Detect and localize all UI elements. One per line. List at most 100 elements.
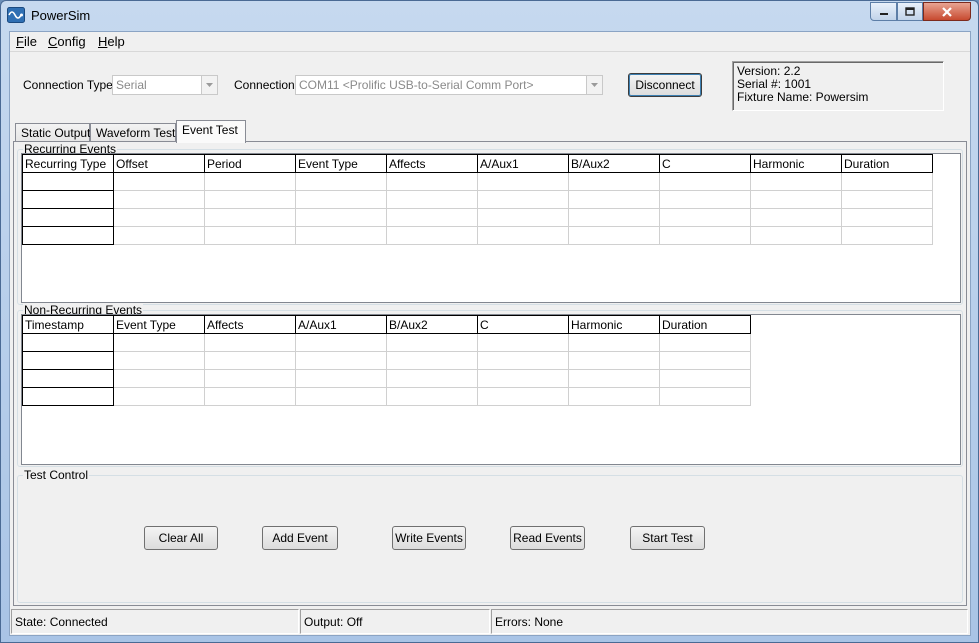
table-cell[interactable] — [22, 226, 114, 245]
table-cell[interactable] — [386, 190, 478, 209]
tab-static-output[interactable]: Static Output — [15, 123, 90, 142]
table-cell[interactable] — [386, 387, 478, 406]
title-bar[interactable]: PowerSim — [1, 1, 978, 31]
table-cell[interactable] — [477, 351, 569, 370]
write-events-button[interactable]: Write Events — [392, 526, 466, 550]
table-cell[interactable] — [750, 172, 842, 191]
tab-waveform-test[interactable]: Waveform Test — [90, 123, 176, 142]
table-cell[interactable] — [750, 226, 842, 245]
table-cell[interactable] — [22, 190, 114, 209]
table-cell[interactable] — [204, 190, 296, 209]
table-cell[interactable] — [113, 226, 205, 245]
table-cell[interactable] — [750, 208, 842, 227]
table-cell[interactable] — [386, 369, 478, 388]
table-cell[interactable] — [659, 387, 751, 406]
table-cell[interactable] — [568, 226, 660, 245]
table-cell[interactable] — [841, 190, 933, 209]
clear-all-button[interactable]: Clear All — [144, 526, 218, 550]
table-cell[interactable] — [841, 226, 933, 245]
nonrecurring-column-header[interactable]: Duration — [659, 315, 751, 334]
table-cell[interactable] — [113, 387, 205, 406]
table-cell[interactable] — [477, 172, 569, 191]
add-event-button[interactable]: Add Event — [262, 526, 338, 550]
table-cell[interactable] — [477, 190, 569, 209]
recurring-column-header[interactable]: Period — [204, 154, 296, 173]
table-cell[interactable] — [477, 226, 569, 245]
table-cell[interactable] — [113, 208, 205, 227]
table-cell[interactable] — [113, 190, 205, 209]
table-cell[interactable] — [204, 351, 296, 370]
table-cell[interactable] — [204, 226, 296, 245]
nonrecurring-column-header[interactable]: Harmonic — [568, 315, 660, 334]
table-cell[interactable] — [204, 208, 296, 227]
menu-config[interactable]: Config — [48, 34, 86, 49]
connection-dropdown-arrow[interactable] — [586, 76, 602, 94]
table-row[interactable] — [22, 226, 933, 245]
table-row[interactable] — [22, 190, 933, 209]
table-cell[interactable] — [113, 351, 205, 370]
table-cell[interactable] — [295, 226, 387, 245]
table-cell[interactable] — [295, 172, 387, 191]
menu-help[interactable]: Help — [98, 34, 125, 49]
table-cell[interactable] — [295, 387, 387, 406]
table-cell[interactable] — [295, 351, 387, 370]
table-cell[interactable] — [386, 351, 478, 370]
table-row[interactable] — [22, 333, 751, 352]
table-cell[interactable] — [477, 208, 569, 227]
table-cell[interactable] — [295, 190, 387, 209]
table-cell[interactable] — [568, 351, 660, 370]
recurring-column-header[interactable]: A/Aux1 — [477, 154, 569, 173]
table-cell[interactable] — [659, 172, 751, 191]
nonrecurring-column-header[interactable]: C — [477, 315, 569, 334]
table-cell[interactable] — [841, 172, 933, 191]
disconnect-button[interactable]: Disconnect — [628, 73, 702, 97]
read-events-button[interactable]: Read Events — [510, 526, 585, 550]
table-cell[interactable] — [295, 369, 387, 388]
table-row[interactable] — [22, 351, 751, 370]
recurring-column-header[interactable]: Recurring Type — [22, 154, 114, 173]
table-row[interactable] — [22, 208, 933, 227]
nonrecurring-column-header[interactable]: A/Aux1 — [295, 315, 387, 334]
table-cell[interactable] — [386, 226, 478, 245]
nonrecurring-column-header[interactable]: B/Aux2 — [386, 315, 478, 334]
recurring-column-header[interactable]: Harmonic — [750, 154, 842, 173]
table-cell[interactable] — [386, 172, 478, 191]
table-cell[interactable] — [568, 333, 660, 352]
nonrecurring-column-header[interactable]: Affects — [204, 315, 296, 334]
maximize-button[interactable] — [897, 2, 923, 21]
table-row[interactable] — [22, 369, 751, 388]
table-cell[interactable] — [659, 190, 751, 209]
table-cell[interactable] — [477, 333, 569, 352]
table-cell[interactable] — [568, 172, 660, 191]
recurring-column-header[interactable]: Affects — [386, 154, 478, 173]
connection-type-select[interactable]: Serial — [112, 75, 218, 95]
close-button[interactable] — [923, 2, 971, 21]
table-cell[interactable] — [204, 172, 296, 191]
connection-type-dropdown-arrow[interactable] — [201, 76, 217, 94]
table-cell[interactable] — [22, 333, 114, 352]
nonrecurring-column-header[interactable]: Timestamp — [22, 315, 114, 334]
recurring-column-header[interactable]: Offset — [113, 154, 205, 173]
table-cell[interactable] — [568, 387, 660, 406]
recurring-column-header[interactable]: B/Aux2 — [568, 154, 660, 173]
table-cell[interactable] — [113, 172, 205, 191]
table-cell[interactable] — [568, 190, 660, 209]
table-row[interactable] — [22, 387, 751, 406]
connection-select[interactable]: COM11 <Prolific USB-to-Serial Comm Port> — [295, 75, 603, 95]
start-test-button[interactable]: Start Test — [630, 526, 705, 550]
nonrecurring-events-grid[interactable]: Timestamp Event Type Affects A/Aux1 B/Aux2 C H… — [21, 314, 961, 465]
table-cell[interactable] — [204, 333, 296, 352]
table-cell[interactable] — [22, 351, 114, 370]
table-cell[interactable] — [204, 369, 296, 388]
table-cell[interactable] — [113, 369, 205, 388]
table-cell[interactable] — [22, 172, 114, 191]
nonrecurring-column-header[interactable]: Event Type — [113, 315, 205, 334]
menu-file[interactable]: File — [16, 34, 37, 49]
table-cell[interactable] — [477, 387, 569, 406]
tab-event-test[interactable]: Event Test — [176, 120, 246, 143]
recurring-column-header[interactable]: Duration — [841, 154, 933, 173]
table-row[interactable] — [22, 172, 933, 191]
table-cell[interactable] — [22, 387, 114, 406]
table-cell[interactable] — [659, 208, 751, 227]
table-cell[interactable] — [295, 208, 387, 227]
